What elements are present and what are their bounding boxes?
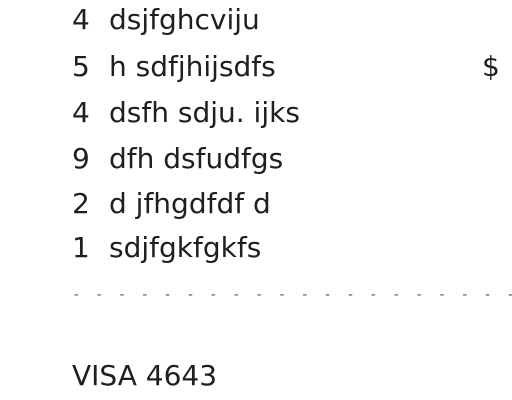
payment-method: VISA 4643 bbox=[72, 359, 218, 392]
item-price: $ bbox=[482, 50, 500, 83]
item-name: dsjfghcviju bbox=[109, 3, 260, 36]
item-name: dfh dsfudfgs bbox=[109, 142, 284, 175]
list-item: 9 dfh dsfudfgs bbox=[72, 139, 512, 179]
dashed-divider: - - - - - - - - - - - - - - - - - - - - … bbox=[72, 288, 512, 302]
item-name: d jfhgdfdf d bbox=[109, 187, 271, 220]
item-name: sdjfgkfgkfs bbox=[109, 231, 262, 264]
list-item: 2 d jfhgdfdf d bbox=[72, 184, 512, 224]
item-quantity: 4 bbox=[72, 3, 90, 36]
item-quantity: 9 bbox=[72, 142, 90, 175]
item-quantity: 5 bbox=[72, 50, 90, 83]
item-quantity: 4 bbox=[72, 96, 90, 129]
list-item: 1 sdjfgkfgkfs bbox=[72, 228, 512, 268]
item-quantity: 1 bbox=[72, 231, 90, 264]
list-item: 4 dsjfghcviju bbox=[72, 0, 512, 40]
list-item: 5 h sdfjhijsdfs $ bbox=[72, 47, 512, 87]
receipt: 4 dsjfghcviju 5 h sdfjhijsdfs $ 4 dsfh s… bbox=[0, 0, 512, 400]
item-name: dsfh sdju. ijks bbox=[109, 96, 300, 129]
list-item: 4 dsfh sdju. ijks bbox=[72, 93, 512, 133]
item-name: h sdfjhijsdfs bbox=[109, 50, 276, 83]
item-quantity: 2 bbox=[72, 187, 90, 220]
